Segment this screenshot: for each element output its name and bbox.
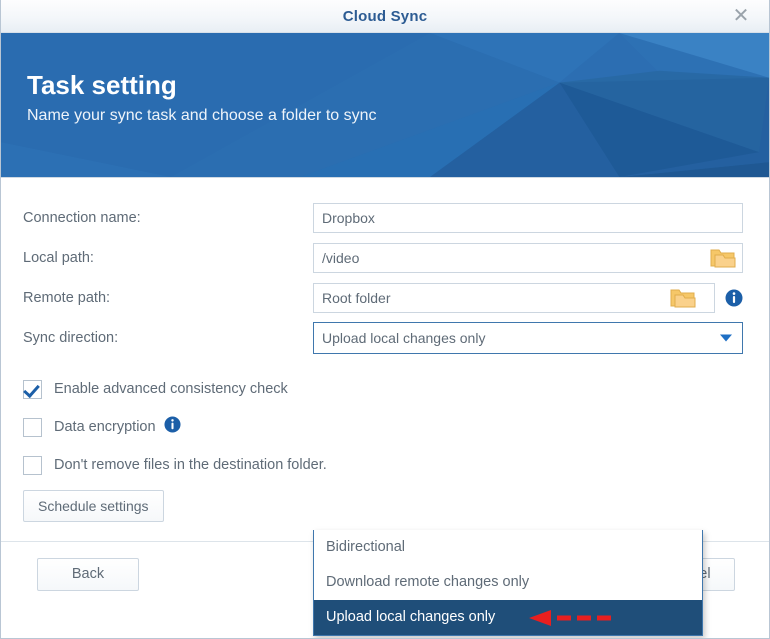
connection-name-input[interactable] bbox=[313, 203, 743, 233]
dropdown-option-bidirectional[interactable]: Bidirectional bbox=[314, 530, 702, 565]
sync-direction-select[interactable]: Upload local changes only bbox=[313, 322, 743, 354]
checkbox-data-encryption[interactable] bbox=[23, 418, 42, 437]
checkbox-group: Enable advanced consistency check Data e… bbox=[23, 370, 743, 484]
checkbox-row-dont-remove-files[interactable]: Don't remove files in the destination fo… bbox=[23, 446, 743, 484]
remote-path-input[interactable] bbox=[313, 283, 715, 313]
form-row-remote-path: Remote path: bbox=[23, 278, 743, 318]
checkbox-label-data-encryption: Data encryption bbox=[54, 419, 156, 435]
checkbox-label-dont-remove-files: Don't remove files in the destination fo… bbox=[54, 457, 327, 473]
field-wrap-remote-path bbox=[313, 283, 743, 313]
checkbox-row-consistency-check[interactable]: Enable advanced consistency check bbox=[23, 370, 743, 408]
dropdown-option-download-remote-changes-only[interactable]: Download remote changes only bbox=[314, 565, 702, 600]
label-sync-direction: Sync direction: bbox=[23, 330, 313, 346]
info-icon[interactable] bbox=[725, 289, 743, 307]
label-remote-path: Remote path: bbox=[23, 290, 313, 306]
dropdown-option-label: Upload local changes only bbox=[326, 609, 495, 625]
dialog-body: Connection name: Local path: bbox=[1, 178, 769, 605]
window-title: Cloud Sync bbox=[1, 0, 769, 33]
field-wrap-connection-name bbox=[313, 203, 743, 233]
header-banner: Task setting Name your sync task and cho… bbox=[1, 33, 769, 178]
page-title: Task setting bbox=[27, 71, 377, 101]
cloud-sync-dialog: Cloud Sync ✕ Task setting Name your sync… bbox=[0, 0, 770, 639]
field-wrap-local-path bbox=[313, 243, 743, 273]
close-icon[interactable]: ✕ bbox=[723, 0, 759, 33]
checkbox-dont-remove-files[interactable] bbox=[23, 456, 42, 475]
schedule-settings-button[interactable]: Schedule settings bbox=[23, 490, 164, 522]
checkbox-label-advanced-consistency-check: Enable advanced consistency check bbox=[54, 381, 288, 397]
chevron-down-icon[interactable] bbox=[720, 335, 732, 342]
form-row-sync-direction: Sync direction: Upload local changes onl… bbox=[23, 318, 743, 358]
annotation-arrow-icon bbox=[529, 611, 649, 625]
sync-direction-selected-value: Upload local changes only bbox=[322, 330, 485, 346]
page-subtitle: Name your sync task and choose a folder … bbox=[27, 107, 377, 125]
dropdown-option-upload-local-changes-only[interactable]: Upload local changes only bbox=[314, 600, 702, 635]
checkbox-advanced-consistency-check[interactable] bbox=[23, 380, 42, 399]
label-local-path: Local path: bbox=[23, 250, 313, 266]
banner-text-block: Task setting Name your sync task and cho… bbox=[27, 71, 377, 125]
title-bar: Cloud Sync ✕ bbox=[1, 0, 769, 33]
checkbox-row-data-encryption[interactable]: Data encryption bbox=[23, 408, 743, 446]
local-path-input[interactable] bbox=[313, 243, 743, 273]
folder-icon[interactable] bbox=[709, 247, 737, 269]
form-row-local-path: Local path: bbox=[23, 238, 743, 278]
sync-direction-dropdown-list[interactable]: Bidirectional Download remote changes on… bbox=[313, 530, 703, 636]
task-setting-form: Connection name: Local path: bbox=[1, 178, 769, 522]
form-row-connection-name: Connection name: bbox=[23, 198, 743, 238]
folder-icon[interactable] bbox=[669, 287, 697, 309]
field-wrap-sync-direction: Upload local changes only bbox=[313, 322, 743, 354]
back-button[interactable]: Back bbox=[37, 558, 139, 591]
label-connection-name: Connection name: bbox=[23, 210, 313, 226]
info-icon[interactable] bbox=[164, 416, 181, 438]
